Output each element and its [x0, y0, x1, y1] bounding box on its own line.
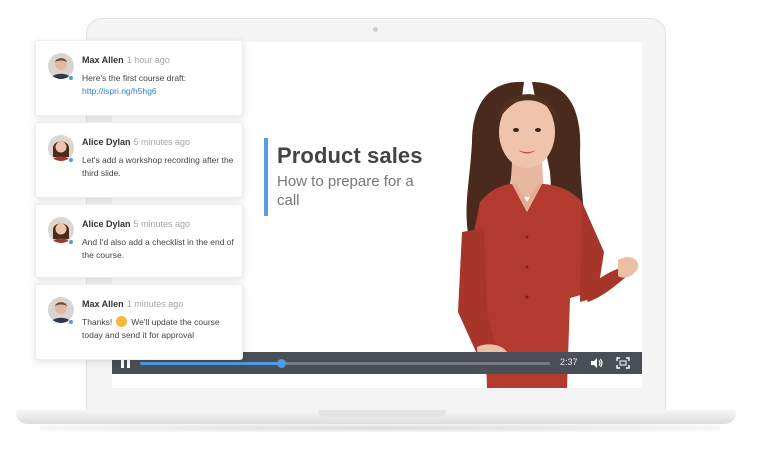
comment-card: Alice Dylan 5 minutes ago And I'd also ad…	[35, 204, 243, 278]
comment-author: Alice Dylan	[82, 137, 131, 147]
comment-card: Max Allen 1 minutes ago Thanks! We'll upda…	[35, 284, 243, 360]
comment-author: Max Allen	[82, 299, 124, 309]
comment-time: 5 minutes ago	[133, 219, 191, 229]
laptop-shadow	[40, 424, 720, 432]
comment-card: Alice Dylan 5 minutes ago Let's add a wor…	[35, 122, 243, 198]
comment-time: 5 minutes ago	[133, 137, 191, 147]
volume-icon[interactable]	[590, 357, 603, 369]
online-status-dot	[68, 319, 74, 325]
comment-text: And I'd also add a checklist in the end …	[82, 237, 234, 260]
presenter-image	[458, 81, 639, 388]
comment-time: 1 minutes ago	[126, 299, 184, 309]
slide-accent-bar	[264, 138, 268, 216]
time-display: 2:37	[560, 357, 578, 367]
comment-text: Let's add a workshop recording after the…	[82, 155, 234, 178]
comment-card: Max Allen 1 hour ago Here's the first cou…	[35, 40, 243, 116]
camera-dot	[373, 27, 378, 32]
comment-link[interactable]: http://ispri.ng/h5hg6	[82, 85, 238, 98]
online-status-dot	[68, 75, 74, 81]
comment-author: Max Allen	[82, 55, 124, 65]
progress-fill	[140, 362, 282, 365]
comment-text: Here's the first course draft:	[82, 73, 187, 83]
comment-text-start: Thanks!	[82, 317, 113, 327]
fullscreen-icon[interactable]	[616, 357, 630, 369]
comment-author: Alice Dylan	[82, 219, 131, 229]
relieved-emoji-icon	[116, 316, 128, 327]
comment-time: 1 hour ago	[126, 55, 170, 65]
progress-track[interactable]	[140, 359, 550, 368]
online-status-dot	[68, 157, 74, 163]
laptop-notch	[318, 410, 446, 417]
progress-handle[interactable]	[277, 359, 287, 368]
online-status-dot	[68, 239, 74, 245]
